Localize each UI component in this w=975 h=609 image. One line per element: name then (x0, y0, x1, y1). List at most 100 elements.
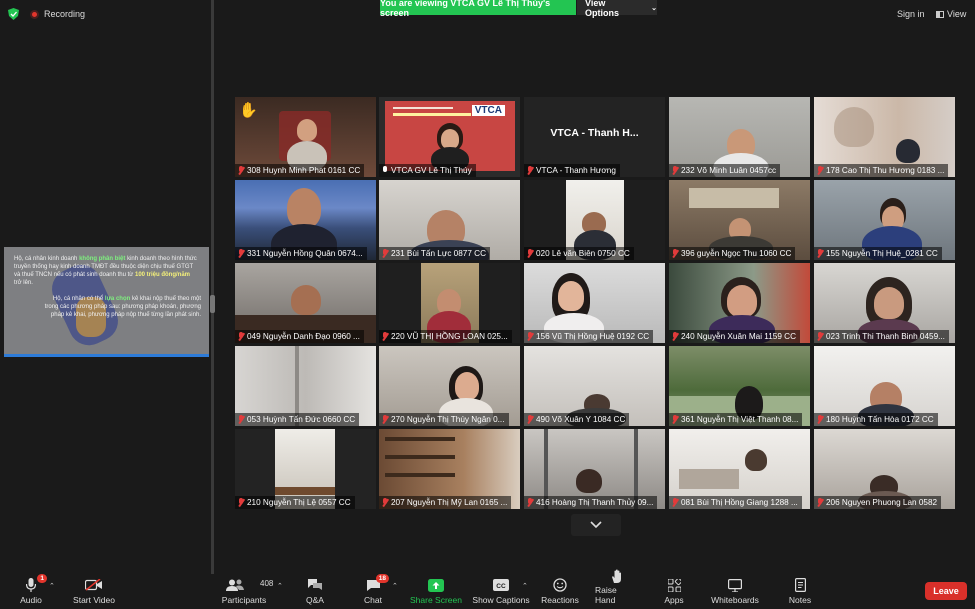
participant-label: 210 Nguyễn Thị Lệ 0557 CC (235, 496, 355, 509)
video-tile[interactable]: 210 Nguyễn Thị Lệ 0557 CC (235, 429, 376, 509)
show-captions-button[interactable]: CC Show Captions (472, 574, 530, 609)
apps-icon (667, 578, 681, 592)
video-gallery: ✋ 308 Huynh Minh Phat 0161 CC VTCA VTCA … (235, 97, 959, 511)
participant-label: 206 Nguyen Phuong Lan 0582 (814, 496, 942, 509)
participant-label: 053 Huỳnh Tấn Đức 0660 CC (235, 413, 360, 426)
video-tile[interactable]: 023 Trinh Thi Thanh Binh 0459... (814, 263, 955, 343)
mic-muted-icon (238, 166, 244, 175)
vtca-logo: VTCA (471, 105, 505, 116)
raise-hand-label: Raise Hand (595, 585, 617, 605)
mic-muted-icon (672, 415, 678, 424)
participant-label: 361 Nguyễn Thị Việt Thanh 08... (669, 413, 803, 426)
video-tile[interactable]: 049 Nguyễn Danh Đạo 0960 ... (235, 263, 376, 343)
audio-options-caret[interactable]: ⌃ (49, 582, 55, 590)
video-tile[interactable]: ✋ 308 Huynh Minh Phat 0161 CC (235, 97, 376, 177)
chat-label: Chat (364, 595, 382, 605)
participant-label: 231 Bùi Tấn Lực 0877 CC (379, 247, 490, 260)
shared-screen-thumbnail[interactable]: Hộ, cá nhân kinh doanh không phân biệt k… (4, 247, 209, 357)
participants-label: Participants (221, 595, 267, 605)
video-tile[interactable]: 396 guyễn Ngọc Thu 1060 CC (669, 180, 810, 260)
qa-button[interactable]: Q&A (302, 574, 328, 609)
participant-label: 240 Nguyễn Xuân Mai 1159 CC (669, 330, 800, 343)
video-tile[interactable]: 270 Nguyễn Thị Thúy Ngân 0... (379, 346, 520, 426)
panel-divider[interactable] (211, 0, 214, 574)
video-tile[interactable]: VTCA - Thanh H... VTCA - Thanh Hương (524, 97, 665, 177)
participant-label: 023 Trinh Thi Thanh Binh 0459... (814, 330, 949, 343)
mic-muted-icon (238, 498, 244, 507)
video-tile[interactable]: 180 Huỳnh Tấn Hòa 0172 CC (814, 346, 955, 426)
mic-muted-icon (817, 166, 823, 175)
apps-button[interactable]: Apps (660, 574, 688, 609)
video-tile[interactable]: 178 Cao Thị Thu Hương 0183 ... (814, 97, 955, 177)
video-tile[interactable]: 361 Nguyễn Thị Việt Thanh 08... (669, 346, 810, 426)
meeting-toolbar: 1 Audio ⌃ Start Video 408 Participants ⌃… (0, 569, 975, 609)
resize-handle[interactable] (210, 295, 215, 313)
slide-paragraph-1: Hộ, cá nhân kinh doanh không phân biệt k… (14, 256, 197, 286)
video-tile[interactable]: 081 Bùi Thị Hồng Giang 1288 ... (669, 429, 810, 509)
notes-button[interactable]: Notes (786, 574, 814, 609)
mic-muted-icon (672, 249, 678, 258)
video-tile[interactable]: 240 Nguyễn Xuân Mai 1159 CC (669, 263, 810, 343)
mic-muted-icon (527, 332, 533, 341)
reactions-button[interactable]: Reactions (541, 574, 579, 609)
share-screen-icon (428, 578, 444, 592)
mic-muted-icon (527, 166, 533, 175)
participant-label: 308 Huynh Minh Phat 0161 CC (235, 164, 365, 177)
video-tile[interactable]: 155 Nguyễn Thị Huệ_0281 CC (814, 180, 955, 260)
participants-options-caret[interactable]: ⌃ (277, 582, 283, 590)
reactions-label: Reactions (541, 595, 579, 605)
mic-muted-icon (527, 498, 533, 507)
participant-label: 396 guyễn Ngọc Thu 1060 CC (669, 247, 796, 260)
chat-options-caret[interactable]: ⌃ (392, 582, 398, 590)
video-tile[interactable]: 156 Vũ Thị Hồng Huệ 0192 CC (524, 263, 665, 343)
mic-muted-icon (382, 498, 388, 507)
chevron-down-icon: ⌄ (651, 4, 657, 12)
video-tile-active-speaker[interactable]: VTCA VTCA GV Lê Thị Thúy (379, 97, 520, 177)
leave-button[interactable]: Leave (925, 582, 967, 600)
mic-icon (382, 166, 388, 175)
share-screen-label: Share Screen (410, 595, 462, 605)
recording-indicator[interactable]: Recording (30, 6, 85, 22)
video-tile[interactable]: 020 Lê văn Biên 0750 CC (524, 180, 665, 260)
mic-muted-icon (382, 249, 388, 258)
video-tile[interactable]: 220 VŨ THỊ HỒNG LOAN 025... (379, 263, 520, 343)
participants-button[interactable]: 408 Participants (220, 574, 274, 609)
next-page-button[interactable] (571, 514, 621, 536)
notes-label: Notes (788, 595, 812, 605)
participant-label: 416 Hoàng Thị Thanh Thủy 09... (524, 496, 658, 509)
video-tile[interactable]: 490 Võ Xuân Y 1084 CC (524, 346, 665, 426)
video-tile[interactable]: 232 Võ Minh Luân 0457cc (669, 97, 810, 177)
share-screen-button[interactable]: Share Screen (410, 574, 462, 609)
captions-options-caret[interactable]: ⌃ (522, 582, 528, 590)
view-options-label: View Options (585, 0, 619, 18)
top-bar: Recording You are viewing VTCA GV Lê Thị… (0, 0, 975, 28)
video-tile[interactable]: 053 Huỳnh Tấn Đức 0660 CC (235, 346, 376, 426)
participants-icon (226, 579, 244, 591)
apps-label: Apps (664, 595, 684, 605)
participant-label: 220 VŨ THỊ HỒNG LOAN 025... (379, 330, 512, 343)
video-tile[interactable]: 416 Hoàng Thị Thanh Thủy 09... (524, 429, 665, 509)
chat-badge: 18 (375, 574, 389, 583)
sign-in-button[interactable]: Sign in (897, 9, 925, 19)
view-options-button[interactable]: View Options ⌄ (577, 0, 657, 18)
hand-icon (612, 569, 621, 583)
slide-preview: VTCA (385, 101, 515, 171)
video-tile[interactable]: 231 Bùi Tấn Lực 0877 CC (379, 180, 520, 260)
audio-badge: 1 (37, 574, 47, 583)
raise-hand-button[interactable]: Raise Hand (595, 569, 639, 609)
whiteboard-icon (728, 578, 742, 592)
mic-muted-icon (672, 498, 678, 507)
whiteboards-button[interactable]: Whiteboards (708, 574, 762, 609)
shield-icon[interactable] (8, 8, 19, 20)
participant-name-card: VTCA - Thanh H... (550, 127, 639, 139)
video-tile[interactable]: 331 Nguyễn Hồng Quân 0674... (235, 180, 376, 260)
chat-button[interactable]: 18 Chat (359, 574, 389, 609)
start-video-label: Start Video (73, 595, 115, 605)
audio-button[interactable]: 1 Audio (14, 574, 48, 609)
video-tile[interactable]: 206 Nguyen Phuong Lan 0582 (814, 429, 955, 509)
video-tile[interactable]: 207 Nguyễn Thị Mỹ Lan 0165 ... (379, 429, 520, 509)
whiteboards-label: Whiteboards (711, 595, 759, 605)
start-video-button[interactable]: Start Video (70, 574, 118, 609)
view-button[interactable]: View (936, 9, 966, 19)
chevron-down-icon (590, 521, 602, 529)
